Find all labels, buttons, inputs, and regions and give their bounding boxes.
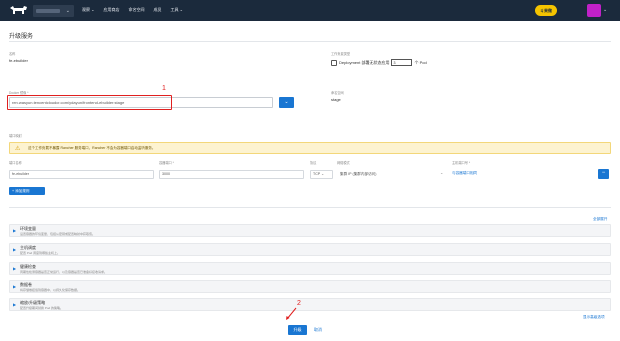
upgrade-button[interactable]: 升级 <box>288 325 307 335</box>
workload-type-row: Deployment 部署无状态应用 3 个 Pod <box>331 59 427 66</box>
upgrade-pill-button[interactable]: ㄐ来做 <box>535 5 557 16</box>
cancel-button[interactable]: 取消 <box>314 325 322 335</box>
section-subtitle: 设置容器的环境变量，包括从密钥或配置映射中获取值。 <box>20 232 96 236</box>
annotation-1: 1 <box>162 85 166 92</box>
warning-text: 这个工作负载不暴露 Rancher 服务端口，Rancher 不会为容器端口启动… <box>28 146 156 150</box>
project-name-placeholder <box>36 9 60 13</box>
chevron-right-icon: ▶ <box>13 302 17 307</box>
remove-port-button[interactable]: − <box>598 169 609 179</box>
deployment-icon <box>331 59 337 66</box>
avatar[interactable] <box>587 4 601 17</box>
workload-type-value: Deployment 部署无状态应用 <box>339 59 390 65</box>
chevron-right-icon: ▶ <box>13 266 17 271</box>
nav-item-tools[interactable]: 工具 ⌄ <box>170 7 182 13</box>
project-selector[interactable]: ⌄ <box>33 5 74 17</box>
highlight-box <box>7 95 172 110</box>
name-label: 名称 <box>9 52 16 56</box>
container-port-input[interactable]: 3000 <box>159 170 304 179</box>
section-env-vars[interactable]: ▶ 环境变量 设置容器的环境变量，包括从密钥或配置映射中获取值。 <box>9 224 611 237</box>
chevron-down-icon: ⌄ <box>65 8 70 14</box>
port-name-input[interactable]: fe-ebuilder <box>9 170 154 179</box>
add-rule-button[interactable]: + 添加规则 <box>9 187 45 195</box>
pod-count-value: 3 <box>393 61 396 65</box>
image-dropdown-button[interactable]: ⌄ <box>279 97 294 108</box>
section-health-check[interactable]: ▶ 健康检查 周期性检测容器是否正常运行，以及容器是否已准备好接收请求。 <box>9 262 611 275</box>
annotation-2: 2 <box>297 300 301 307</box>
port-header-container: 容器端口 * <box>159 161 174 165</box>
section-subtitle: 将存储卷挂载到容器中，以持久化保存数据。 <box>20 288 81 292</box>
network-mode-select[interactable]: 集群 IP (集群内部访问) <box>337 170 447 179</box>
protocol-value: TCP <box>313 172 321 176</box>
nav-item-observe[interactable]: 观察 ⌄ <box>82 7 94 13</box>
section-subtitle: 配置升级期间替换 Pod 的策略。 <box>20 306 64 310</box>
warning-banner: ⚠ 这个工作负载不暴露 Rancher 服务端口，Rancher 不会为容器端口… <box>9 142 611 154</box>
pod-suffix: 个 Pod <box>414 59 427 65</box>
page-title: 升级服务 <box>9 34 34 40</box>
warning-icon: ⚠ <box>15 146 21 152</box>
name-value: fe-ebuilder <box>9 58 28 63</box>
main-nav: 观察 ⌄ 应用商店 命名空间 成员 工具 ⌄ <box>82 7 183 13</box>
top-navbar: ⌄ 观察 ⌄ 应用商店 命名空间 成员 工具 ⌄ ㄐ来做 ⌄ <box>0 0 620 21</box>
rancher-logo-icon[interactable] <box>9 5 29 15</box>
section-node-scheduling[interactable]: ▶ 主机调度 配置 Pod 调度到哪些主机上。 <box>9 243 611 256</box>
protocol-select[interactable]: TCP ⌄ <box>310 170 333 179</box>
section-scaling-policy[interactable]: ▶ 缩放/升级策略 配置升级期间替换 Pod 的策略。 <box>9 298 611 311</box>
port-header-protocol: 协议 <box>310 161 317 165</box>
chevron-right-icon: ▶ <box>13 228 17 233</box>
nav-item-members[interactable]: 成员 <box>153 7 161 13</box>
port-header-mode: 网络模式 <box>337 161 350 165</box>
add-rule-label: 添加规则 <box>15 189 30 193</box>
port-mapping-label: 端口映射 <box>9 134 22 138</box>
workload-type-label: 工作负载类型 <box>331 52 351 56</box>
annotation-arrow-icon <box>286 307 297 320</box>
port-header-name: 端口名称 <box>9 161 22 165</box>
section-subtitle: 周期性检测容器是否正常运行，以及容器是否已准备好接收请求。 <box>20 270 108 274</box>
expand-all-link[interactable]: 全部展开 <box>593 217 607 222</box>
namespace-label: 命名空间 <box>331 91 344 95</box>
port-header-host: 主机端口号 * <box>452 161 471 165</box>
section-volumes[interactable]: ▶ 数据卷 将存储卷挂载到容器中，以持久化保存数据。 <box>9 280 611 293</box>
show-advanced-link[interactable]: 显示高级选项 <box>583 315 605 320</box>
pod-count-input[interactable]: 3 <box>391 59 413 66</box>
chevron-right-icon: ▶ <box>13 284 17 289</box>
network-mode-value: 集群 IP (集群内部访问) <box>340 172 377 176</box>
host-port-link[interactable]: 与容器端口相同 <box>452 171 477 176</box>
namespace-value: stage <box>331 97 341 102</box>
chevron-right-icon: ▶ <box>13 247 17 252</box>
divider <box>9 207 611 208</box>
nav-item-namespaces[interactable]: 命名空间 <box>128 7 144 13</box>
nav-item-app-store[interactable]: 应用商店 <box>103 7 119 13</box>
divider <box>9 41 611 42</box>
chevron-down-icon[interactable]: ⌄ <box>440 170 443 175</box>
chevron-down-icon[interactable]: ⌄ <box>603 7 607 13</box>
section-subtitle: 配置 Pod 调度到哪些主机上。 <box>20 251 61 255</box>
